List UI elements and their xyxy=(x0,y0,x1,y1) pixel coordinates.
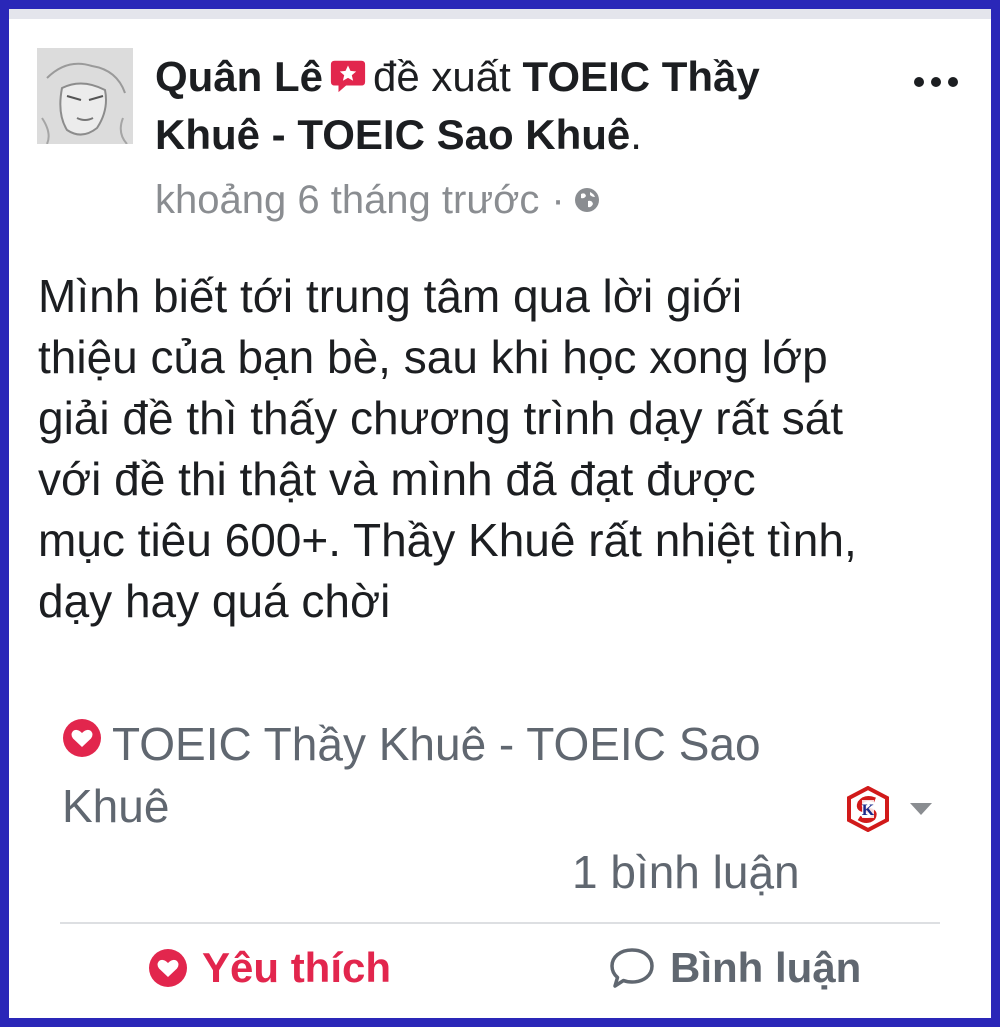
comment-label: Bình luận xyxy=(670,944,862,991)
avatar[interactable] xyxy=(37,48,133,144)
page-reference-name: TOEIC Thầy Khuê - TOEIC Sao Khuê xyxy=(62,718,761,832)
divider xyxy=(60,922,940,924)
post-meta: khoảng 6 tháng trước · xyxy=(155,172,601,228)
post-timestamp[interactable]: khoảng 6 tháng trước xyxy=(155,172,539,228)
more-options-button[interactable] xyxy=(910,60,962,104)
page-reference[interactable]: TOEIC Thầy Khuê - TOEIC Sao Khuê xyxy=(62,713,832,837)
like-label: Yêu thích xyxy=(202,944,392,991)
globe-icon xyxy=(574,188,599,212)
comment-button[interactable]: Bình luận xyxy=(608,938,861,998)
heart-icon xyxy=(149,949,187,987)
recommend-icon xyxy=(330,60,366,93)
comment-icon xyxy=(610,948,654,988)
comment-count[interactable]: 1 bình luận xyxy=(572,842,800,902)
review-text: Mình biết tới trung tâm qua lời giới thi… xyxy=(38,270,857,627)
like-button[interactable]: Yêu thích xyxy=(148,938,391,998)
svg-text:K: K xyxy=(862,802,875,819)
author-name[interactable]: Quân Lê xyxy=(155,53,323,100)
top-strip xyxy=(9,9,991,19)
heart-icon xyxy=(63,719,101,757)
more-icon-dot xyxy=(931,77,941,87)
page-logo-icon: K xyxy=(847,786,889,832)
meta-separator: · xyxy=(551,178,565,222)
more-icon-dot xyxy=(914,77,924,87)
more-icon-dot xyxy=(948,77,958,87)
avatar-image xyxy=(37,48,133,144)
post-header: Quân Lê đề xuất TOEIC Thầy Khuê - TOEIC … xyxy=(155,48,875,164)
chevron-down-icon[interactable] xyxy=(908,800,934,818)
header-period: . xyxy=(630,111,642,158)
recommends-text: đề xuất xyxy=(373,53,511,100)
